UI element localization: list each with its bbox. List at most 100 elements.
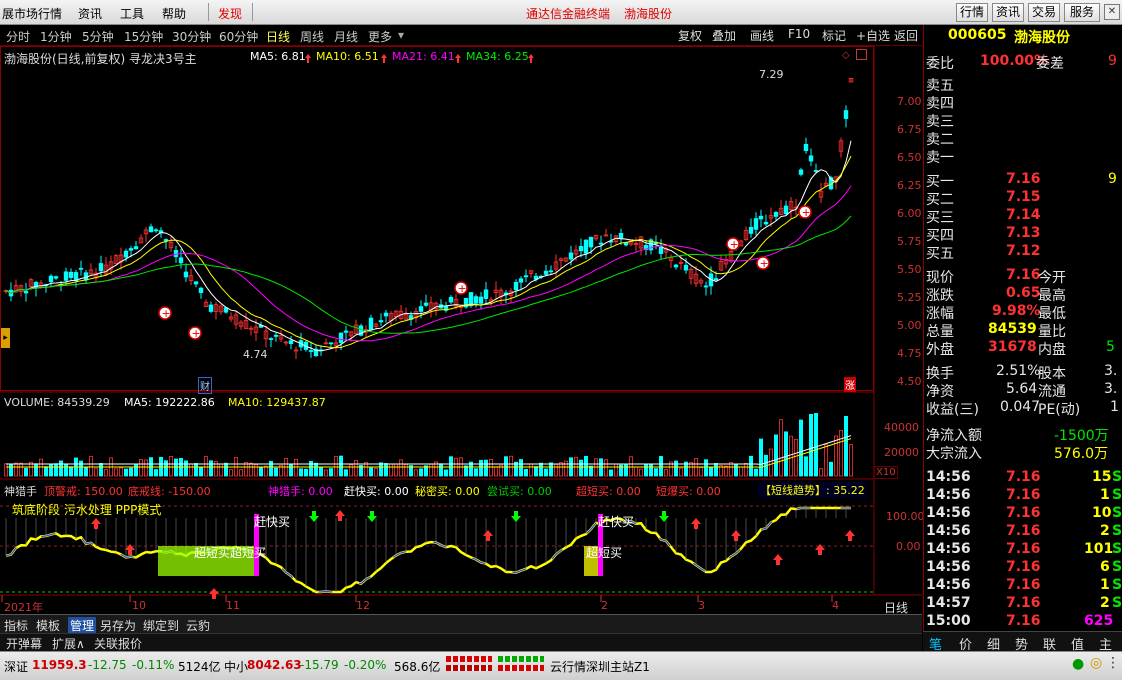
chevron-down-icon[interactable]: ▾ bbox=[398, 28, 404, 42]
candle-body bbox=[183, 271, 189, 278]
period-tab[interactable]: 周线 bbox=[300, 28, 324, 45]
candle-body bbox=[208, 304, 214, 312]
tick-price: 7.16 bbox=[1006, 523, 1041, 539]
x-tick: 4 bbox=[832, 599, 839, 612]
quick-buy-label: 赶快买 bbox=[598, 515, 635, 529]
volume-bar bbox=[298, 468, 303, 477]
zx-market-bars-icon bbox=[498, 656, 544, 674]
volume-ma5: MA5: 192222.86 bbox=[124, 396, 215, 409]
candle-body bbox=[478, 296, 484, 304]
period-tab[interactable]: 更多 bbox=[368, 28, 392, 45]
volume-value: VOLUME: 84539.29 bbox=[4, 396, 110, 409]
arrow-down-icon bbox=[309, 511, 319, 522]
maximize-icon[interactable] bbox=[856, 49, 867, 60]
volume-bar bbox=[644, 463, 649, 477]
expand-arrow-icon[interactable]: ▸ bbox=[1, 328, 10, 348]
buy-level-label: 买三 bbox=[926, 210, 954, 226]
draw-line-button[interactable]: 画线 bbox=[750, 27, 774, 44]
quote-label: 涨幅 bbox=[926, 306, 954, 322]
danmaku-button[interactable]: 开弹幕 bbox=[6, 635, 42, 652]
volume-bar bbox=[203, 456, 208, 477]
period-tab[interactable]: 60分钟 bbox=[219, 28, 258, 45]
candle-body bbox=[783, 205, 789, 215]
volume-bar bbox=[559, 462, 564, 477]
candle-body bbox=[63, 271, 69, 281]
back-button[interactable]: 返回 bbox=[894, 27, 918, 44]
indicator-name[interactable]: 神猎手 bbox=[4, 483, 37, 499]
close-icon[interactable]: ✕ bbox=[1104, 4, 1120, 20]
signal-icon[interactable]: ⋮ bbox=[1106, 655, 1120, 671]
volume-bar bbox=[313, 462, 318, 477]
quote-button[interactable]: 行情 bbox=[956, 3, 988, 22]
related-quote-button[interactable]: 关联报价 bbox=[94, 635, 142, 652]
x-tick: 11 bbox=[226, 599, 240, 612]
period-tab[interactable]: 5分钟 bbox=[82, 28, 114, 45]
menu-market[interactable]: 展市场行情 bbox=[2, 5, 62, 22]
volume-bar bbox=[614, 463, 619, 477]
period-tab-active[interactable]: 日线 bbox=[266, 28, 290, 45]
indicator-y-tick: 100.00 bbox=[886, 510, 925, 523]
f10-button[interactable]: F10 bbox=[788, 27, 810, 41]
arrow-down-icon bbox=[367, 511, 377, 522]
tab-bind-to[interactable]: 绑定到 bbox=[143, 617, 179, 634]
volume-bar bbox=[253, 464, 258, 477]
volume-bar bbox=[258, 466, 263, 477]
trade-button[interactable]: 交易 bbox=[1028, 3, 1060, 22]
indicator-y-tick: 0.00 bbox=[896, 540, 921, 553]
net-inflow-label: 净流入额 bbox=[926, 428, 982, 444]
expand-button[interactable]: 扩展∧ bbox=[52, 635, 85, 652]
menu-discover[interactable]: 发现 bbox=[218, 5, 242, 22]
buy-level-label: 买二 bbox=[926, 192, 954, 208]
volume-bar bbox=[348, 464, 353, 477]
tab-cloud-leopard[interactable]: 云豹 bbox=[186, 617, 210, 634]
chart-area[interactable]: + + + + + + 渤海股份(日线,前复权) 寻龙决3号主 MA5: 6.81 MA1… bbox=[0, 46, 925, 629]
candle-body bbox=[843, 110, 849, 119]
fuquan-button[interactable]: 复权 bbox=[678, 27, 702, 44]
tick-time: 15:00 bbox=[926, 613, 971, 629]
candle-body bbox=[78, 267, 84, 270]
buy-marker-glyph: + bbox=[760, 257, 769, 270]
volume-bar bbox=[483, 459, 488, 477]
period-tab[interactable]: 15分钟 bbox=[124, 28, 163, 45]
volume-bar bbox=[383, 463, 388, 477]
arrow-up-icon bbox=[845, 530, 855, 541]
tick-time: 14:57 bbox=[926, 595, 971, 611]
candle-body bbox=[748, 226, 754, 234]
lock-icon[interactable]: ◎ bbox=[1090, 655, 1102, 671]
buy-marker-glyph: + bbox=[192, 327, 201, 340]
period-tab[interactable]: 1分钟 bbox=[40, 28, 72, 45]
overlay-button[interactable]: 叠加 bbox=[712, 27, 736, 44]
diamond-icon[interactable]: ◇ bbox=[842, 50, 850, 61]
volume-bar bbox=[79, 460, 84, 477]
finance-badge[interactable]: 财 bbox=[198, 377, 212, 394]
menu-news[interactable]: 资讯 bbox=[78, 5, 102, 22]
candle-body bbox=[618, 232, 624, 239]
mark-button[interactable]: 标记 bbox=[822, 27, 846, 44]
period-tab[interactable]: 分时 bbox=[6, 28, 30, 45]
globe-icon[interactable]: ● bbox=[1072, 656, 1084, 672]
app-title: 通达信金融终端 bbox=[526, 7, 611, 21]
menu-tools[interactable]: 工具 bbox=[120, 5, 144, 22]
news-button[interactable]: 资讯 bbox=[992, 3, 1024, 22]
x-tick: 2021年 bbox=[4, 601, 43, 614]
menu-separator bbox=[252, 3, 253, 21]
tab-save-as[interactable]: 另存为 bbox=[100, 617, 136, 634]
menu-help[interactable]: 帮助 bbox=[162, 5, 186, 22]
buy-marker-glyph: + bbox=[458, 282, 467, 295]
period-tab[interactable]: 30分钟 bbox=[172, 28, 211, 45]
period-tab[interactable]: 月线 bbox=[334, 28, 358, 45]
tab-indicator[interactable]: 指标 bbox=[4, 617, 28, 634]
volume-bar bbox=[814, 413, 819, 477]
tab-manage[interactable]: 管理 bbox=[68, 617, 97, 634]
volume-bar bbox=[248, 462, 253, 477]
volume-bar bbox=[609, 469, 614, 477]
volume-bar bbox=[779, 419, 784, 477]
service-button[interactable]: 服务 bbox=[1064, 3, 1100, 22]
tab-template[interactable]: 模板 bbox=[36, 617, 60, 634]
buy-level-price: 7.15 bbox=[1006, 189, 1041, 205]
candle-body bbox=[383, 312, 389, 317]
add-watchlist-button[interactable]: +自选 bbox=[856, 27, 890, 44]
volume-y-tick: 20000 bbox=[884, 446, 919, 459]
volume-ma5-line bbox=[6, 435, 852, 465]
volume-bar bbox=[804, 456, 809, 477]
